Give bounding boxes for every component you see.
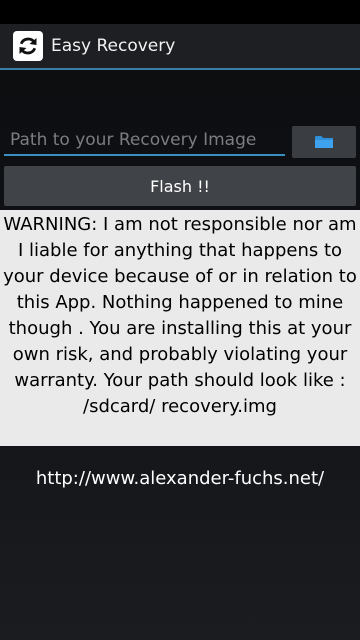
author-website-link[interactable]: http://www.alexander-fuchs.net/ bbox=[0, 468, 360, 489]
recovery-path-input[interactable] bbox=[4, 126, 285, 156]
browse-folder-button[interactable] bbox=[292, 126, 356, 158]
folder-icon bbox=[314, 134, 334, 150]
warning-text: WARNING: I am not responsible nor am I l… bbox=[0, 210, 360, 446]
status-bar bbox=[0, 0, 360, 24]
flash-button[interactable]: Flash !! bbox=[4, 166, 356, 206]
app-title: Easy Recovery bbox=[51, 36, 176, 56]
action-bar: Easy Recovery bbox=[0, 24, 360, 70]
refresh-icon bbox=[13, 31, 43, 61]
